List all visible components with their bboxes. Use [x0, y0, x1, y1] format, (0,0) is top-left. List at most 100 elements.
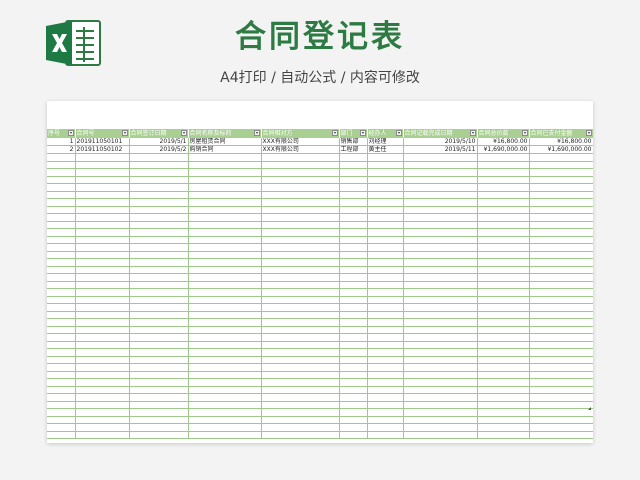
table-cell[interactable] — [403, 228, 478, 237]
table-cell[interactable] — [47, 311, 76, 319]
table-cell[interactable] — [75, 363, 130, 372]
table-cell[interactable] — [477, 288, 530, 297]
table-cell[interactable] — [261, 416, 340, 424]
table-cell[interactable] — [188, 378, 262, 387]
table-cell[interactable] — [529, 348, 593, 357]
table-cell[interactable] — [188, 243, 262, 252]
table-cell[interactable] — [188, 288, 262, 297]
table-cell[interactable] — [75, 371, 130, 379]
table-cell[interactable] — [261, 198, 340, 207]
table-cell[interactable] — [367, 176, 404, 184]
table-cell[interactable] — [75, 318, 130, 327]
table-cell[interactable] — [403, 153, 478, 162]
table-cell[interactable] — [529, 266, 593, 274]
table-cell[interactable] — [339, 386, 368, 394]
table-cell[interactable] — [47, 228, 76, 237]
table-cell[interactable] — [261, 386, 340, 394]
table-cell[interactable] — [339, 258, 368, 267]
column-header[interactable]: 合同记载完成日期 — [403, 129, 478, 138]
table-cell[interactable] — [129, 153, 189, 162]
table-cell[interactable] — [339, 168, 368, 177]
table-cell[interactable] — [47, 416, 76, 424]
table-cell[interactable] — [529, 318, 593, 327]
table-cell[interactable] — [477, 258, 530, 267]
table-cell[interactable] — [75, 258, 130, 267]
table-cell[interactable] — [47, 221, 76, 229]
table-cell[interactable] — [261, 363, 340, 372]
table-cell[interactable] — [529, 333, 593, 342]
table-cell[interactable] — [129, 281, 189, 289]
table-cell[interactable] — [47, 408, 76, 417]
table-cell[interactable] — [477, 356, 530, 364]
table-cell[interactable] — [403, 386, 478, 394]
table-cell[interactable] — [75, 176, 130, 184]
table-cell[interactable] — [75, 431, 130, 439]
table-cell[interactable] — [403, 236, 478, 244]
table-cell[interactable] — [403, 176, 478, 184]
table-cell[interactable] — [339, 236, 368, 244]
table-cell[interactable] — [477, 243, 530, 252]
table-cell[interactable]: 黄主任 — [367, 145, 404, 154]
table-cell[interactable] — [75, 303, 130, 312]
table-cell[interactable] — [367, 341, 404, 349]
table-cell[interactable] — [339, 153, 368, 162]
table-cell[interactable] — [367, 296, 404, 304]
table-cell[interactable] — [129, 206, 189, 214]
table-cell[interactable] — [339, 303, 368, 312]
table-cell[interactable] — [47, 288, 76, 297]
table-cell[interactable] — [403, 378, 478, 387]
table-cell[interactable] — [129, 423, 189, 432]
table-cell[interactable] — [75, 296, 130, 304]
table-cell[interactable] — [477, 168, 530, 177]
table-cell[interactable] — [403, 303, 478, 312]
table-cell[interactable] — [47, 401, 76, 409]
filter-dropdown-icon[interactable] — [121, 130, 128, 136]
table-cell[interactable] — [403, 273, 478, 282]
table-cell[interactable] — [75, 266, 130, 274]
table-cell[interactable]: XXX有限公司 — [261, 138, 340, 146]
table-cell[interactable] — [75, 183, 130, 192]
table-cell[interactable] — [529, 401, 593, 409]
table-cell[interactable] — [129, 183, 189, 192]
table-cell[interactable] — [477, 348, 530, 357]
table-cell[interactable] — [367, 153, 404, 162]
table-cell[interactable] — [75, 401, 130, 409]
table-cell[interactable] — [261, 303, 340, 312]
table-cell[interactable] — [477, 341, 530, 349]
table-cell[interactable] — [477, 378, 530, 387]
table-cell[interactable] — [75, 348, 130, 357]
table-cell[interactable] — [188, 333, 262, 342]
table-cell[interactable] — [339, 228, 368, 237]
filter-dropdown-icon[interactable] — [521, 130, 528, 136]
table-cell[interactable] — [47, 386, 76, 394]
table-cell[interactable] — [367, 416, 404, 424]
column-header[interactable]: 部门 — [339, 129, 368, 138]
table-cell[interactable] — [367, 386, 404, 394]
table-cell[interactable] — [367, 198, 404, 207]
filter-dropdown-icon[interactable] — [253, 130, 260, 136]
table-cell[interactable] — [403, 191, 478, 199]
table-cell[interactable] — [403, 198, 478, 207]
table-cell[interactable] — [75, 243, 130, 252]
table-cell[interactable]: 工程部 — [339, 145, 368, 154]
table-cell[interactable] — [367, 168, 404, 177]
table-cell[interactable]: 销售部 — [339, 138, 368, 146]
table-cell[interactable] — [339, 311, 368, 319]
table-cell[interactable] — [188, 311, 262, 319]
table-cell[interactable]: ¥1,690,000.00 — [529, 145, 593, 154]
table-cell[interactable] — [188, 183, 262, 192]
table-cell[interactable] — [261, 273, 340, 282]
table-cell[interactable] — [129, 168, 189, 177]
table-cell[interactable] — [339, 356, 368, 364]
table-cell[interactable] — [261, 191, 340, 199]
table-cell[interactable] — [188, 386, 262, 394]
filter-dropdown-icon[interactable] — [469, 130, 476, 136]
table-cell[interactable] — [403, 371, 478, 379]
table-cell[interactable] — [129, 393, 189, 402]
table-cell[interactable] — [339, 176, 368, 184]
table-cell[interactable] — [188, 356, 262, 364]
table-cell[interactable] — [261, 281, 340, 289]
table-cell[interactable] — [367, 348, 404, 357]
table-cell[interactable] — [47, 273, 76, 282]
table-cell[interactable] — [47, 296, 76, 304]
